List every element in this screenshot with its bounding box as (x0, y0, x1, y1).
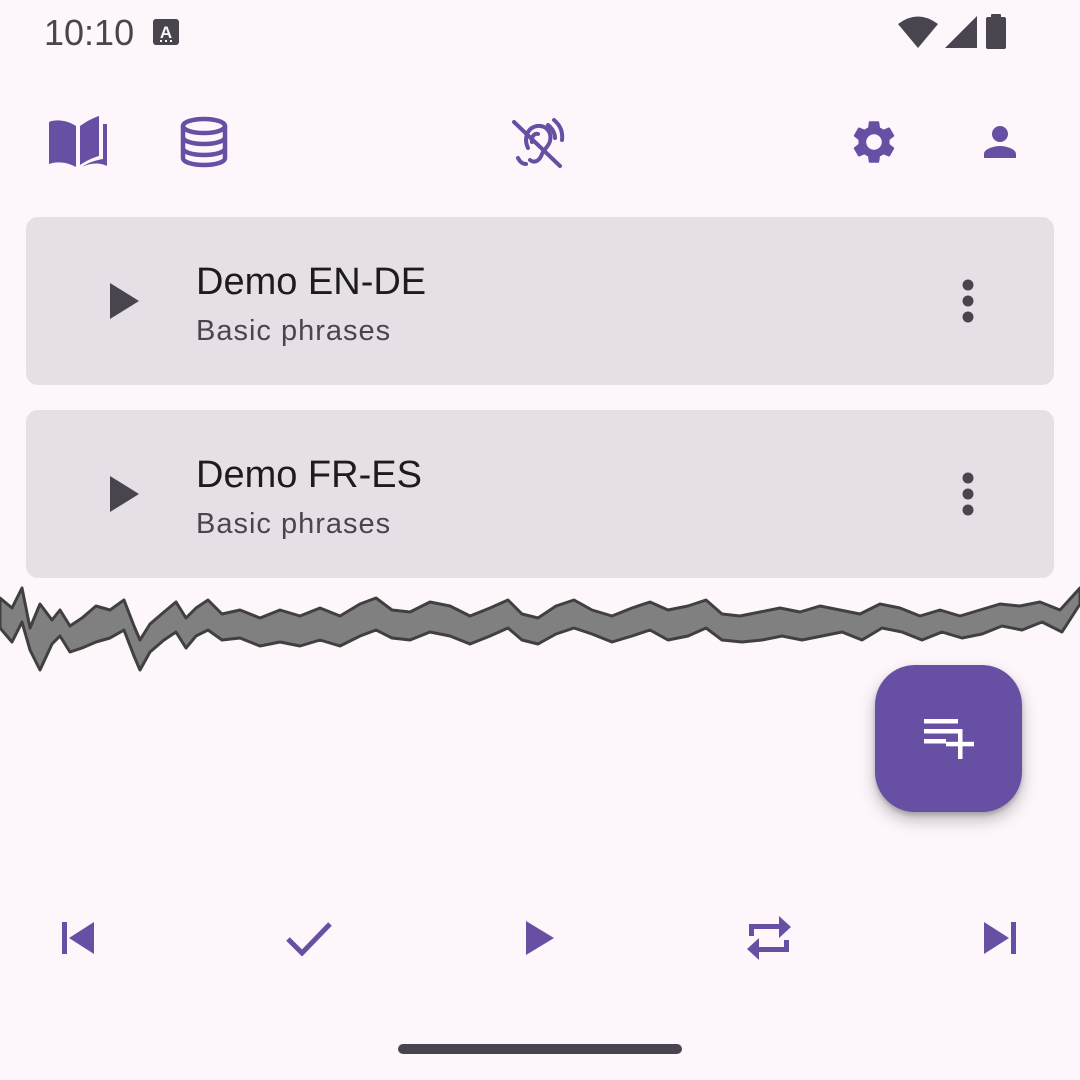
repeat-button[interactable] (731, 900, 807, 976)
hearing-disabled-icon (512, 118, 565, 168)
book-open-icon (49, 116, 107, 167)
account-button[interactable] (964, 106, 1036, 178)
skip-previous-button[interactable] (40, 900, 116, 976)
deck-subtitle: Basic phrases (196, 508, 392, 540)
keyboard-a-icon: A (153, 19, 179, 45)
play-button[interactable] (502, 900, 578, 976)
skip-next-icon (984, 922, 1016, 954)
app-screen: 10:10 A Demo EN-DE Basic phrases Demo FR… (0, 0, 1080, 1080)
deck-subtitle: Basic phrases (196, 315, 392, 347)
playlist-add-icon (923, 718, 974, 759)
battery-icon (986, 14, 1006, 49)
status-bar: 10:10 A (0, 0, 1080, 64)
more-vert-icon (962, 279, 974, 323)
play-icon (526, 921, 554, 955)
skip-next-button[interactable] (962, 900, 1038, 976)
deck-card[interactable]: Demo EN-DE Basic phrases (26, 217, 1054, 385)
deck-play-button[interactable] (92, 462, 156, 526)
status-time: 10:10 (44, 12, 135, 53)
svg-text:A: A (160, 23, 172, 42)
settings-button[interactable] (838, 106, 910, 178)
wifi-icon (898, 16, 938, 48)
skip-previous-icon (62, 922, 94, 954)
hearing-toggle-button[interactable] (502, 106, 574, 178)
deck-play-button[interactable] (92, 269, 156, 333)
cellular-signal-icon (945, 16, 977, 48)
deck-title: Demo FR-ES (196, 454, 422, 496)
play-icon (110, 283, 139, 319)
check-icon (286, 922, 332, 956)
library-button[interactable] (42, 106, 114, 178)
database-button[interactable] (168, 106, 240, 178)
deck-card[interactable]: Demo FR-ES Basic phrases (26, 410, 1054, 578)
home-indicator[interactable] (398, 1044, 682, 1054)
deck-title: Demo EN-DE (196, 261, 427, 303)
status-icons (898, 14, 1008, 50)
deck-menu-button[interactable] (938, 271, 998, 331)
repeat-icon (747, 916, 791, 960)
play-icon (110, 476, 139, 512)
account-person-icon (984, 126, 1016, 158)
add-playlist-fab[interactable] (875, 665, 1022, 812)
settings-gear-icon (853, 121, 895, 163)
check-button[interactable] (271, 900, 347, 976)
more-vert-icon (962, 472, 974, 516)
deck-menu-button[interactable] (938, 464, 998, 524)
database-icon (180, 116, 228, 168)
